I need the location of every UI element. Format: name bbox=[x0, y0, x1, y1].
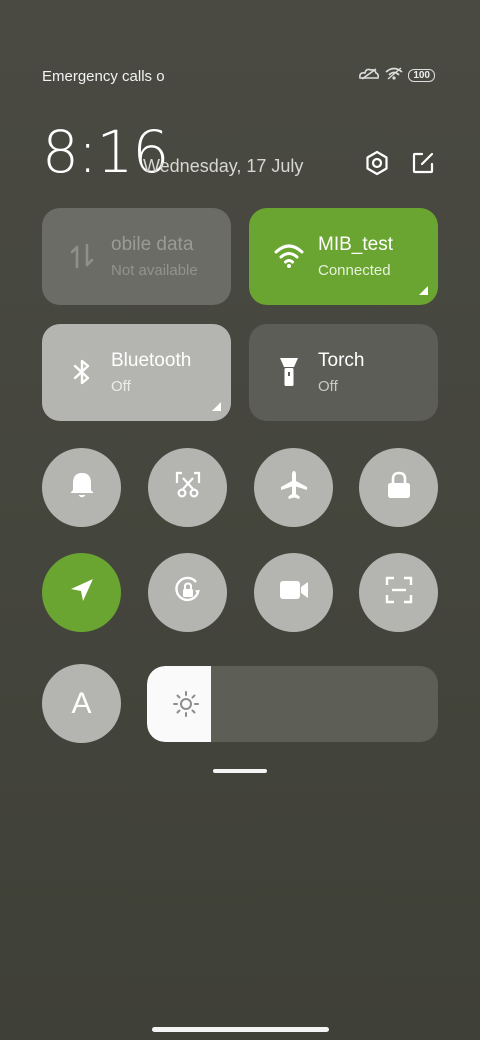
location-toggle[interactable] bbox=[42, 553, 121, 632]
mobile-data-icon bbox=[64, 238, 100, 274]
mobile-data-title: obile data bbox=[111, 234, 194, 255]
settings-hex-icon[interactable] bbox=[362, 148, 392, 178]
signal-icon bbox=[358, 66, 380, 85]
bluetooth-title: Bluetooth bbox=[111, 350, 192, 371]
navigation-home-pill[interactable] bbox=[152, 1027, 329, 1032]
scanner-toggle[interactable] bbox=[359, 553, 438, 632]
status-bar: Emergency calls o 100 bbox=[42, 66, 435, 88]
screenshot-toggle[interactable] bbox=[148, 448, 227, 527]
wifi-icon bbox=[271, 238, 307, 274]
bluetooth-expand-indicator[interactable] bbox=[212, 402, 221, 411]
wifi-subtitle: Connected bbox=[318, 262, 391, 279]
lock-screen-toggle[interactable] bbox=[359, 448, 438, 527]
brightness-sun-icon bbox=[172, 690, 200, 718]
rotation-lock-icon bbox=[171, 573, 205, 612]
bluetooth-subtitle: Off bbox=[111, 378, 131, 395]
date: Wednesday, 17 July bbox=[143, 156, 304, 176]
bluetooth-icon bbox=[64, 354, 100, 390]
wifi-expand-indicator[interactable] bbox=[419, 286, 428, 295]
scan-icon bbox=[384, 575, 414, 610]
panel-drag-handle[interactable] bbox=[213, 769, 267, 773]
mobile-data-tile[interactable]: obile data Not available bbox=[42, 208, 231, 305]
torch-title: Torch bbox=[318, 350, 365, 371]
brightness-slider[interactable] bbox=[147, 666, 438, 742]
carrier-text: Emergency calls o bbox=[42, 68, 164, 85]
status-icons: 100 bbox=[358, 66, 435, 85]
notification-toggle[interactable] bbox=[42, 448, 121, 527]
bell-icon bbox=[68, 470, 96, 505]
airplane-mode-toggle[interactable] bbox=[254, 448, 333, 527]
lock-icon bbox=[386, 470, 412, 505]
battery-icon: 100 bbox=[408, 69, 435, 82]
torch-tile[interactable]: Torch Off bbox=[249, 324, 438, 421]
wifi-signal-icon bbox=[384, 66, 404, 85]
edit-icon[interactable] bbox=[408, 148, 438, 178]
auto-brightness-label: A bbox=[71, 686, 92, 720]
location-arrow-icon bbox=[68, 576, 96, 609]
airplane-icon bbox=[278, 469, 310, 506]
screen-recorder-toggle[interactable] bbox=[254, 553, 333, 632]
torch-subtitle: Off bbox=[318, 378, 338, 395]
wifi-title: MIB_test bbox=[318, 234, 393, 255]
rotation-lock-toggle[interactable] bbox=[148, 553, 227, 632]
torch-icon bbox=[271, 354, 307, 390]
video-camera-icon bbox=[278, 578, 310, 607]
auto-brightness-button[interactable]: A bbox=[42, 664, 121, 743]
mobile-data-subtitle: Not available bbox=[111, 262, 198, 279]
scissors-icon bbox=[173, 470, 203, 505]
wifi-tile[interactable]: MIB_test Connected bbox=[249, 208, 438, 305]
bluetooth-tile[interactable]: Bluetooth Off bbox=[42, 324, 231, 421]
